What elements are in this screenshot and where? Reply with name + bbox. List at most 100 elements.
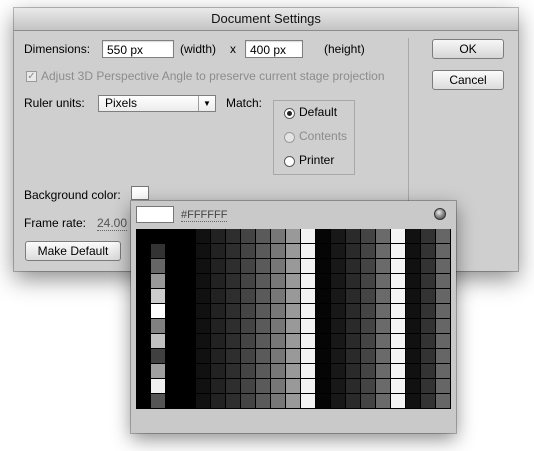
color-swatch[interactable]	[436, 229, 451, 244]
color-swatch[interactable]	[301, 394, 316, 409]
color-swatch[interactable]	[316, 259, 331, 274]
color-swatch[interactable]	[136, 364, 151, 379]
color-swatch[interactable]	[331, 304, 346, 319]
color-swatch[interactable]	[181, 304, 196, 319]
color-swatch[interactable]	[211, 319, 226, 334]
color-swatch[interactable]	[226, 289, 241, 304]
color-swatch[interactable]	[436, 349, 451, 364]
adjust-3d-checkbox[interactable]: ✓	[26, 71, 37, 82]
color-swatch[interactable]	[391, 274, 406, 289]
color-swatch[interactable]	[256, 259, 271, 274]
height-field[interactable]: 400 px	[245, 40, 303, 58]
color-swatch[interactable]	[151, 259, 166, 274]
color-swatch[interactable]	[301, 289, 316, 304]
color-swatch[interactable]	[271, 304, 286, 319]
match-contents-radio[interactable]	[284, 132, 295, 143]
color-swatch[interactable]	[136, 394, 151, 409]
color-swatch[interactable]	[136, 229, 151, 244]
color-swatch[interactable]	[151, 319, 166, 334]
color-swatch[interactable]	[151, 349, 166, 364]
color-swatch[interactable]	[256, 289, 271, 304]
color-swatch[interactable]	[406, 319, 421, 334]
color-swatch[interactable]	[271, 364, 286, 379]
color-swatch[interactable]	[331, 334, 346, 349]
color-swatch[interactable]	[256, 304, 271, 319]
color-swatch[interactable]	[421, 349, 436, 364]
color-swatch[interactable]	[436, 274, 451, 289]
color-swatch[interactable]	[391, 304, 406, 319]
color-swatch[interactable]	[151, 244, 166, 259]
color-swatch[interactable]	[151, 394, 166, 409]
color-swatch[interactable]	[256, 364, 271, 379]
color-swatch[interactable]	[271, 259, 286, 274]
color-swatch[interactable]	[391, 289, 406, 304]
color-swatch[interactable]	[286, 274, 301, 289]
color-swatch[interactable]	[421, 229, 436, 244]
color-swatch[interactable]	[211, 304, 226, 319]
width-field[interactable]: 550 px	[102, 40, 174, 58]
color-swatch[interactable]	[211, 289, 226, 304]
color-swatch[interactable]	[316, 319, 331, 334]
color-swatch[interactable]	[421, 289, 436, 304]
color-swatch[interactable]	[376, 259, 391, 274]
color-swatch[interactable]	[271, 319, 286, 334]
color-swatch[interactable]	[406, 364, 421, 379]
color-swatch[interactable]	[136, 289, 151, 304]
color-swatch[interactable]	[196, 379, 211, 394]
color-swatch[interactable]	[301, 319, 316, 334]
color-swatch[interactable]	[301, 229, 316, 244]
color-swatch[interactable]	[421, 364, 436, 379]
color-swatch[interactable]	[316, 379, 331, 394]
color-swatch[interactable]	[331, 274, 346, 289]
color-swatch[interactable]	[226, 274, 241, 289]
color-swatch[interactable]	[241, 364, 256, 379]
color-swatch[interactable]	[406, 394, 421, 409]
background-color-swatch[interactable]	[131, 186, 149, 200]
color-swatch[interactable]	[316, 364, 331, 379]
color-swatch[interactable]	[316, 274, 331, 289]
color-swatch[interactable]	[181, 319, 196, 334]
color-swatch[interactable]	[226, 334, 241, 349]
color-swatch[interactable]	[256, 229, 271, 244]
color-swatch[interactable]	[376, 379, 391, 394]
color-swatch[interactable]	[196, 349, 211, 364]
color-swatch[interactable]	[391, 319, 406, 334]
color-swatch[interactable]	[166, 349, 181, 364]
color-swatch[interactable]	[316, 304, 331, 319]
color-swatch[interactable]	[391, 244, 406, 259]
color-swatch[interactable]	[361, 289, 376, 304]
color-swatch[interactable]	[286, 349, 301, 364]
color-swatch[interactable]	[181, 334, 196, 349]
color-swatch[interactable]	[241, 394, 256, 409]
color-swatch[interactable]	[331, 349, 346, 364]
color-swatch[interactable]	[241, 259, 256, 274]
color-swatch[interactable]	[391, 259, 406, 274]
color-swatch[interactable]	[151, 334, 166, 349]
color-swatch[interactable]	[361, 394, 376, 409]
color-swatch[interactable]	[286, 244, 301, 259]
color-swatch[interactable]	[406, 259, 421, 274]
color-swatch[interactable]	[361, 244, 376, 259]
color-swatch[interactable]	[181, 364, 196, 379]
color-swatch[interactable]	[136, 379, 151, 394]
color-swatch[interactable]	[436, 304, 451, 319]
color-swatch[interactable]	[211, 364, 226, 379]
color-swatch[interactable]	[361, 364, 376, 379]
color-swatch[interactable]	[436, 334, 451, 349]
color-swatch[interactable]	[136, 319, 151, 334]
color-swatch[interactable]	[316, 394, 331, 409]
color-swatch[interactable]	[136, 244, 151, 259]
color-swatch[interactable]	[196, 289, 211, 304]
color-swatch[interactable]	[301, 274, 316, 289]
color-swatch[interactable]	[241, 289, 256, 304]
color-swatch[interactable]	[406, 289, 421, 304]
color-swatch[interactable]	[436, 394, 451, 409]
color-swatch[interactable]	[421, 304, 436, 319]
color-swatch[interactable]	[376, 244, 391, 259]
color-swatch[interactable]	[151, 304, 166, 319]
match-printer-radio[interactable]	[284, 156, 295, 167]
color-swatch[interactable]	[301, 304, 316, 319]
color-swatch[interactable]	[421, 394, 436, 409]
color-swatch[interactable]	[241, 274, 256, 289]
color-swatch[interactable]	[421, 334, 436, 349]
